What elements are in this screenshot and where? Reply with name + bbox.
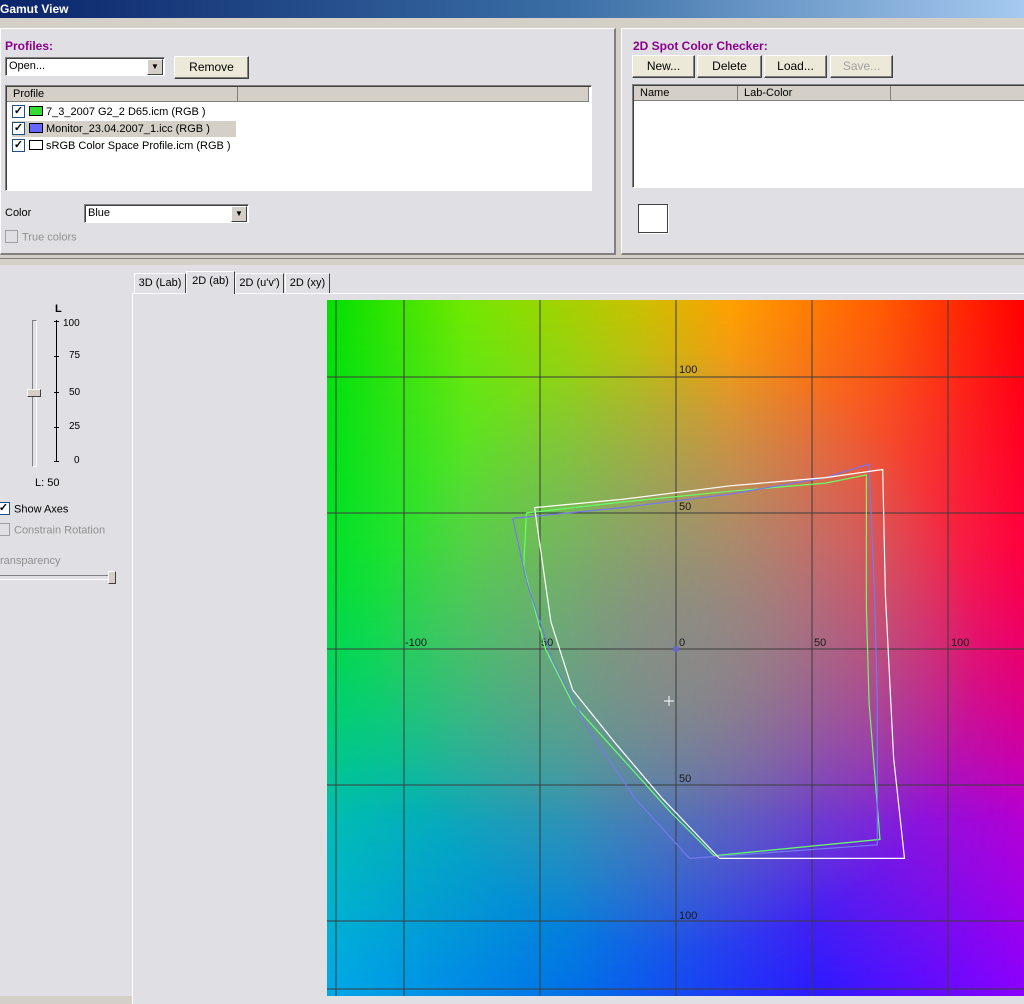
show-axes-box[interactable]: ✓ <box>0 502 10 515</box>
tab-3d-lab[interactable]: 3D (Lab) <box>134 273 186 293</box>
lightness-axis-title: L <box>55 303 62 315</box>
transparency-label: ransparency <box>0 555 61 567</box>
open-profile-combo[interactable]: Open... ▼ <box>5 57 165 76</box>
spot-color-swatch[interactable] <box>638 204 668 233</box>
tab-2d-uv[interactable]: 2D (u'v') <box>235 273 284 293</box>
profiles-panel: Profiles: Open... ▼ Remove Profile ✓ 7_3_… <box>0 28 616 255</box>
a-axis-label: 0 <box>679 637 685 649</box>
lightness-tick <box>54 321 59 322</box>
a-axis-label: 50 <box>814 637 826 649</box>
constrain-rotation-box[interactable] <box>0 523 10 536</box>
profile-name: 7_3_2007 G2_2 D65.icm (RGB ) <box>46 106 206 118</box>
profile-row[interactable]: ✓ 7_3_2007 G2_2 D65.icm (RGB ) <box>12 104 206 120</box>
profiles-list[interactable]: Profile ✓ 7_3_2007 G2_2 D65.icm (RGB ) ✓ M… <box>5 85 592 191</box>
show-axes-label: Show Axes <box>14 503 69 516</box>
window-title: Gamut View <box>0 0 1024 18</box>
true-colors-box[interactable] <box>5 230 18 243</box>
b-axis-label: 50 <box>679 501 691 513</box>
profile-color-swatch <box>29 123 43 134</box>
lightness-tick-label: 0 <box>74 455 80 466</box>
load-spot-button[interactable]: Load... <box>764 55 827 78</box>
tab-2d-xy[interactable]: 2D (xy) <box>285 273 330 293</box>
lab-color-column-header[interactable]: Lab-Color <box>738 86 891 101</box>
constrain-rotation-label: Constrain Rotation <box>14 524 106 537</box>
origin-marker <box>673 646 679 652</box>
profile-name: Monitor_23.04.2007_1.icc (RGB ) <box>46 123 210 135</box>
lightness-tick-label: 50 <box>69 387 81 398</box>
name-column-header[interactable]: Name <box>634 86 738 101</box>
tab-2d-ab[interactable]: 2D (ab) <box>186 271 235 294</box>
a-axis-label: -100 <box>405 637 427 649</box>
profile-name: sRGB Color Space Profile.icm (RGB ) <box>46 140 231 152</box>
b-axis-label: 100 <box>679 364 697 376</box>
profiles-title: Profiles: <box>5 39 54 53</box>
lightness-tick <box>54 356 59 357</box>
open-profile-value: Open... <box>9 60 46 72</box>
lightness-tick <box>54 427 59 428</box>
transparency-slider-thumb[interactable] <box>108 571 116 584</box>
profile-checkbox[interactable]: ✓ <box>12 104 25 118</box>
lightness-tick-label: 25 <box>69 421 81 432</box>
lightness-value-label: L: 50 <box>35 477 60 489</box>
b-axis-label: 50 <box>679 773 691 785</box>
remove-button[interactable]: Remove <box>174 56 249 79</box>
spot-checker-title: 2D Spot Color Checker: <box>633 39 768 53</box>
lightness-tick-label: 75 <box>69 350 81 361</box>
spot-column-header-filler <box>891 86 1024 101</box>
color-label: Color <box>5 207 32 219</box>
true-colors-label: True colors <box>22 231 77 244</box>
a-axis-label: 100 <box>951 637 969 649</box>
transparency-slider-track[interactable] <box>0 575 112 580</box>
color-select-value: Blue <box>88 207 111 219</box>
profile-color-swatch <box>29 140 43 151</box>
new-spot-button[interactable]: New... <box>632 55 695 78</box>
profile-column-header-filler <box>238 87 589 102</box>
profile-color-swatch <box>29 106 43 117</box>
chevron-down-icon[interactable]: ▼ <box>231 206 247 222</box>
constrain-rotation-checkbox[interactable]: Constrain Rotation <box>0 523 106 537</box>
lightness-scale-line <box>56 320 57 462</box>
profile-checkbox[interactable]: ✓ <box>12 121 25 135</box>
gamut-plot[interactable]: 100 50 50 100 -100 50 0 50 100 <box>327 300 1024 996</box>
profile-row[interactable]: ✓ Monitor_23.04.2007_1.icc (RGB ) <box>12 121 236 137</box>
spot-color-list[interactable]: Name Lab-Color <box>632 84 1024 188</box>
chevron-down-icon[interactable]: ▼ <box>147 59 163 75</box>
save-spot-button[interactable]: Save... <box>830 55 893 78</box>
lightness-tick-label: 100 <box>63 318 80 329</box>
color-select[interactable]: Blue ▼ <box>84 204 249 223</box>
profile-row[interactable]: ✓ sRGB Color Space Profile.icm (RGB ) <box>12 138 231 154</box>
b-axis-label: 100 <box>679 910 697 922</box>
profile-column-header[interactable]: Profile <box>7 87 238 102</box>
show-axes-checkbox[interactable]: ✓ Show Axes <box>0 502 69 516</box>
profile-checkbox[interactable]: ✓ <box>12 138 25 152</box>
spot-checker-panel: 2D Spot Color Checker: New... Delete Loa… <box>621 28 1024 255</box>
lightness-slider-thumb[interactable] <box>27 389 41 397</box>
true-colors-checkbox[interactable]: True colors <box>5 230 77 244</box>
lightness-tick <box>54 461 59 462</box>
delete-spot-button[interactable]: Delete <box>697 55 762 78</box>
lightness-tick <box>54 392 59 393</box>
